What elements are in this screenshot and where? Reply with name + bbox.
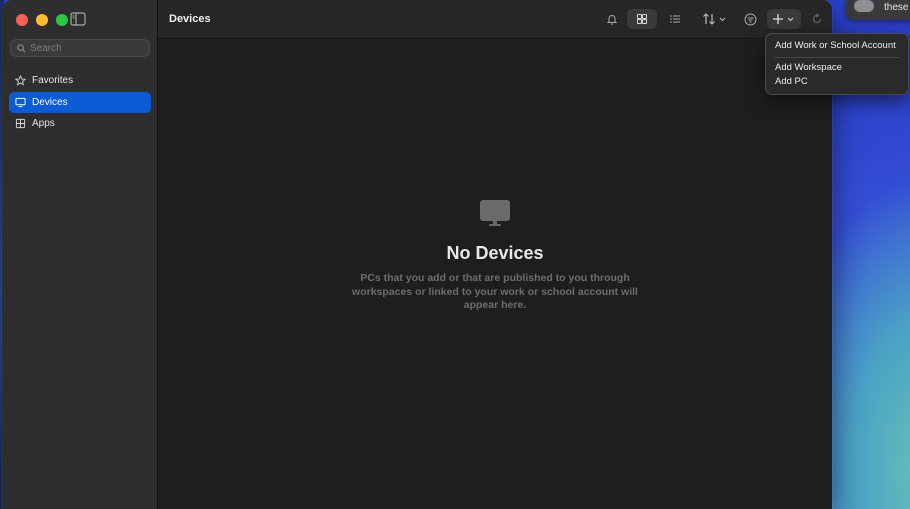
sidebar-item-devices[interactable]: Devices: [9, 91, 151, 113]
app-window: Favorites Devices Apps Devices: [2, 0, 832, 509]
sidebar-item-apps[interactable]: Apps: [9, 113, 151, 134]
refresh-icon: [812, 13, 822, 24]
sidebar-item-label: Devices: [32, 96, 68, 108]
menu-item-add-workspace[interactable]: Add Workspace: [766, 61, 908, 75]
window-controls: [16, 14, 68, 26]
minimize-window-button[interactable]: [36, 14, 48, 26]
empty-state-title: No Devices: [446, 243, 544, 263]
add-dropdown-menu: Add Work or School Account Add Workspace…: [765, 33, 909, 95]
notification-app-icon: [854, 0, 874, 12]
bell-icon: [606, 15, 618, 25]
star-icon: [15, 75, 26, 86]
empty-state: No Devices PCs that you add or that are …: [158, 198, 832, 313]
page-title: Devices: [169, 13, 211, 25]
empty-state-description: PCs that you add or that are published t…: [352, 272, 638, 311]
menu-item-add-work-account[interactable]: Add Work or School Account: [766, 39, 908, 53]
sidebar-item-favorites[interactable]: Favorites: [9, 70, 151, 91]
search-icon: [17, 43, 26, 53]
filter-icon: [744, 13, 756, 25]
sidebar-item-label: Favorites: [32, 75, 74, 86]
monitor-icon: [15, 97, 26, 107]
search-input[interactable]: [30, 42, 140, 54]
sidebar-toggle-icon[interactable]: [70, 12, 86, 26]
sort-button[interactable]: [699, 9, 731, 29]
menu-separator: [774, 57, 900, 58]
sort-icon: [703, 13, 726, 25]
add-icon: [773, 14, 794, 24]
filter-button[interactable]: [739, 9, 761, 29]
add-button[interactable]: [767, 9, 801, 29]
notifications-button[interactable]: [602, 9, 622, 29]
list-view-icon: [670, 15, 680, 23]
toolbar: Devices: [158, 0, 832, 39]
list-view-button[interactable]: [664, 9, 686, 29]
sidebar-nav: Favorites Devices Apps: [9, 70, 151, 135]
zoom-window-button[interactable]: [56, 14, 68, 26]
search-field[interactable]: [10, 39, 150, 57]
grid-icon: [15, 118, 26, 129]
grid-view-button[interactable]: [627, 9, 657, 29]
notification-peek[interactable]: these: [846, 0, 910, 20]
monitor-icon: [480, 200, 510, 226]
grid-view-icon: [637, 14, 647, 24]
sidebar: Favorites Devices Apps: [2, 0, 158, 509]
sidebar-item-label: Apps: [32, 118, 55, 129]
menu-item-add-pc[interactable]: Add PC: [766, 75, 908, 89]
notification-text: these: [884, 2, 909, 13]
close-window-button[interactable]: [16, 14, 28, 26]
main-content: Devices No Devices PCs that you add or t…: [158, 0, 832, 509]
refresh-button[interactable]: [807, 9, 827, 29]
